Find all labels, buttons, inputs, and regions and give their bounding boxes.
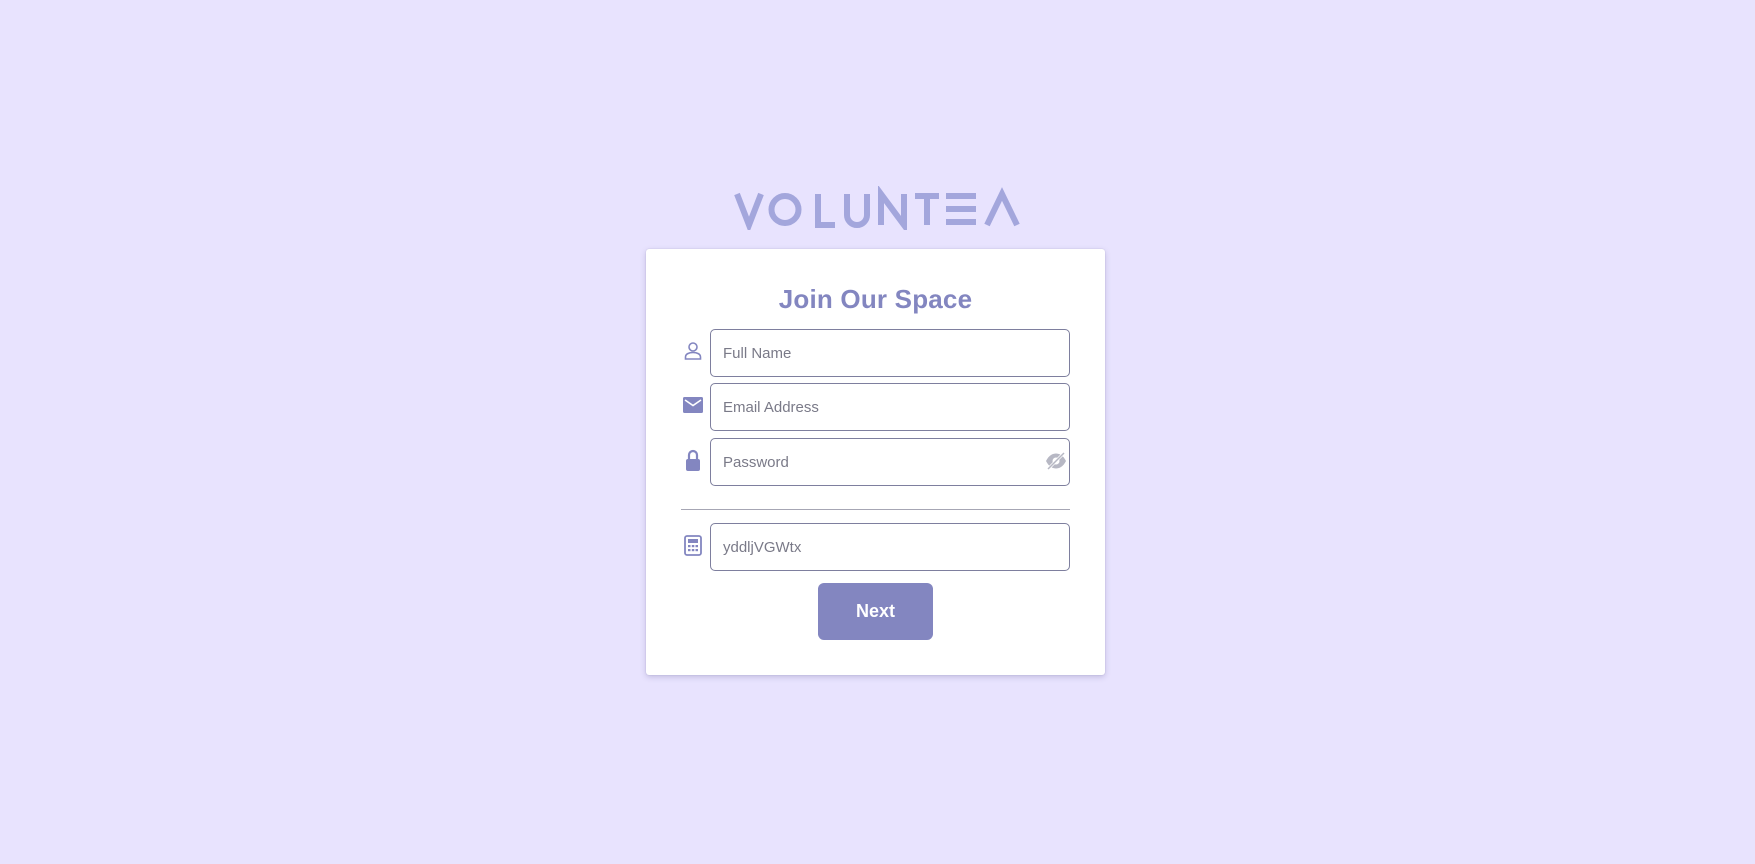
email-row — [646, 383, 1105, 431]
signup-card: Join Our Space Full Name Email Address y… — [646, 249, 1105, 675]
envelope-icon — [682, 393, 704, 417]
calculator-icon — [682, 533, 704, 557]
form-title: Join Our Space — [778, 284, 973, 314]
full-name-field[interactable] — [710, 329, 1070, 377]
captcha-row — [646, 523, 1105, 571]
password-field[interactable] — [710, 438, 1070, 486]
password-row — [646, 438, 1105, 486]
person-icon — [682, 339, 704, 363]
password-input[interactable] — [711, 439, 1069, 485]
email-input[interactable] — [711, 384, 1069, 430]
lock-icon — [682, 448, 704, 472]
eye-slash-icon[interactable] — [1045, 451, 1067, 471]
captcha-field[interactable] — [710, 523, 1070, 571]
full-name-row — [646, 329, 1105, 377]
captcha-input[interactable] — [711, 524, 1069, 570]
brand-logo — [0, 186, 1755, 230]
email-field[interactable] — [710, 383, 1070, 431]
form-divider — [681, 509, 1070, 510]
full-name-input[interactable] — [711, 330, 1069, 376]
next-button[interactable]: Next — [818, 583, 933, 640]
